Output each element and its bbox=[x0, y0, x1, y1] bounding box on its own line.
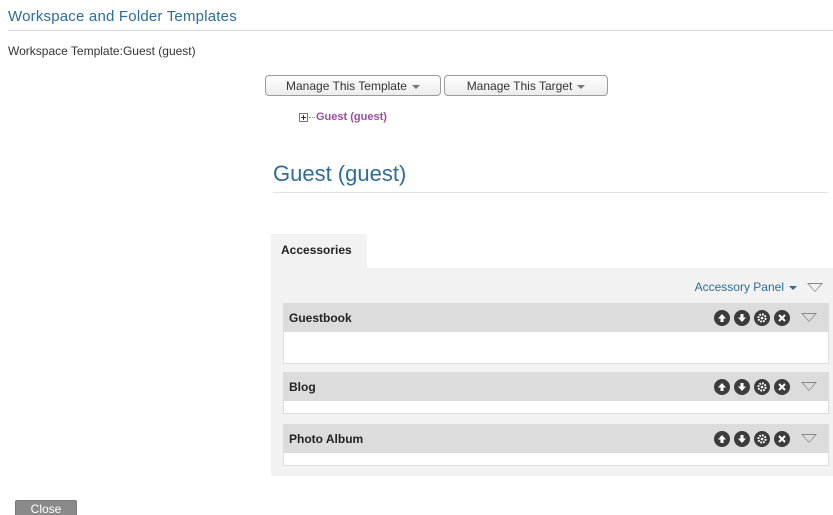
remove-icon[interactable] bbox=[774, 309, 790, 326]
tree-connector bbox=[309, 116, 315, 118]
accessory-body bbox=[283, 453, 829, 466]
accessory-title: Blog bbox=[289, 379, 316, 394]
gear-icon[interactable] bbox=[754, 378, 770, 395]
accessory-controls bbox=[714, 309, 817, 326]
accessory-title: Photo Album bbox=[289, 431, 364, 446]
accessory-panel-menu-label: Accessory Panel bbox=[694, 280, 784, 294]
remove-icon[interactable] bbox=[774, 378, 790, 395]
manage-target-label: Manage This Target bbox=[466, 78, 573, 93]
accessory-blog: Blog bbox=[283, 372, 829, 414]
tree-node: Guest (guest) bbox=[299, 111, 387, 123]
page-title: Workspace and Folder Templates bbox=[8, 8, 237, 25]
close-button[interactable]: Close bbox=[15, 500, 77, 515]
tree-node-label[interactable]: Guest (guest) bbox=[316, 111, 387, 123]
dropdown-caret-icon bbox=[577, 84, 586, 89]
accessory-controls bbox=[714, 430, 817, 447]
move-up-icon[interactable] bbox=[714, 309, 730, 326]
title-divider bbox=[273, 192, 828, 193]
tab-label: Accessories bbox=[281, 243, 352, 257]
remove-icon[interactable] bbox=[774, 430, 790, 447]
accessory-guestbook: Guestbook bbox=[283, 303, 829, 364]
accessory-controls bbox=[714, 378, 817, 395]
template-info: Workspace Template:Guest (guest) bbox=[8, 44, 196, 58]
manage-template-menu-button[interactable]: Manage This Template bbox=[265, 75, 441, 96]
move-down-icon[interactable] bbox=[734, 430, 750, 447]
accessory-header: Blog bbox=[283, 372, 829, 401]
move-up-icon[interactable] bbox=[714, 378, 730, 395]
accessory-photo-album: Photo Album bbox=[283, 424, 829, 466]
dropdown-caret-icon bbox=[789, 286, 797, 290]
move-down-icon[interactable] bbox=[734, 378, 750, 395]
page: Workspace and Folder Templates Workspace… bbox=[0, 0, 833, 515]
move-up-icon[interactable] bbox=[714, 430, 730, 447]
accessory-title: Guestbook bbox=[289, 310, 352, 325]
accessory-panel: Accessory Panel Guestbook Blog Photo Alb… bbox=[271, 268, 833, 476]
collapse-icon[interactable] bbox=[801, 434, 817, 443]
manage-target-menu-button[interactable]: Manage This Target bbox=[444, 75, 608, 96]
collapse-icon[interactable] bbox=[801, 382, 817, 391]
accessory-header: Guestbook bbox=[283, 303, 829, 332]
menu-button-bar: Manage This Template Manage This Target bbox=[265, 75, 608, 96]
page-header: Workspace and Folder Templates bbox=[8, 6, 833, 31]
gear-icon[interactable] bbox=[754, 430, 770, 447]
accessory-body bbox=[283, 332, 829, 364]
collapse-panel-icon[interactable] bbox=[807, 282, 823, 292]
tab-accessories[interactable]: Accessories bbox=[271, 234, 367, 268]
accessory-header: Photo Album bbox=[283, 424, 829, 453]
accessory-body bbox=[283, 401, 829, 414]
accessory-panel-menu[interactable]: Accessory Panel bbox=[695, 280, 823, 294]
collapse-icon[interactable] bbox=[801, 313, 817, 322]
tab-strip: Accessories bbox=[271, 234, 367, 268]
dropdown-caret-icon bbox=[411, 84, 420, 89]
expand-plus-icon[interactable] bbox=[299, 112, 308, 122]
manage-template-label: Manage This Template bbox=[286, 78, 407, 93]
move-down-icon[interactable] bbox=[734, 309, 750, 326]
workspace-title: Guest (guest) bbox=[273, 161, 407, 186]
gear-icon[interactable] bbox=[754, 309, 770, 326]
